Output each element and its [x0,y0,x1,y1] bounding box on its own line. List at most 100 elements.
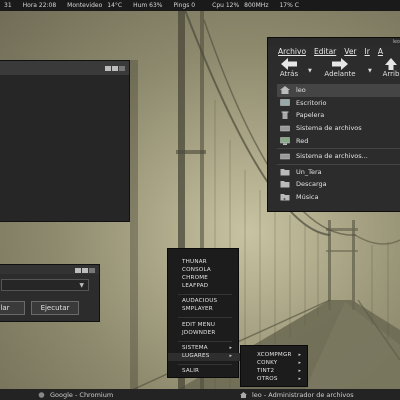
desktop-icon [280,99,290,106]
place-sistema-archivos[interactable]: Sistema de archivos [277,122,400,135]
window-content [0,75,129,221]
menu-item-smplayer[interactable]: SMPLAYER [182,306,213,312]
network-icon [280,136,290,145]
clock: Hora 22:08 [22,2,57,9]
submenu: XCOMPMGR ▸ CONKY ▸ TINT2 ▸ OTROS ▸ [240,345,308,387]
window-title: leo [392,39,400,45]
place-musica[interactable]: Música [277,191,400,204]
place-sistema-archivos-2[interactable]: Sistema de archivos... [277,150,400,163]
command-combobox[interactable]: ▼ [1,279,89,291]
menu-archivo[interactable]: Archivo [278,47,306,56]
menu-editar[interactable]: Editar [314,47,336,56]
menu-item-edit-menu[interactable]: EDIT MENU [182,322,215,328]
place-label: Red [296,136,309,145]
submenu-arrow-icon: ▸ [229,345,232,351]
menu-item-tint2[interactable]: TINT2 [257,368,274,374]
menu-item-conky[interactable]: CONKY [257,360,277,366]
back-history-dropdown-icon[interactable]: ▼ [308,68,312,74]
place-un-tera[interactable]: Un_Tera [277,166,400,179]
place-escritorio[interactable]: Escritorio [277,97,400,110]
minimize-button[interactable] [75,268,81,273]
top-status-bar: 31 Hora 22:08 Montevideo 14°C Hum 63% Pi… [0,0,400,11]
cpu-usage: Cpu 12% [212,2,240,9]
folder-icon [280,168,290,176]
run-dialog[interactable]: ▼ lar Ejecutar [0,264,100,322]
folder-icon [280,181,290,188]
empty-window[interactable] [0,60,130,222]
forward-button[interactable]: Adelante [320,58,360,78]
menu-separator [178,294,232,295]
back-label: Atrás [279,70,299,78]
forward-history-dropdown-icon[interactable]: ▼ [368,68,372,74]
menu-item-thunar[interactable]: THUNAR [182,259,207,265]
close-button[interactable] [89,268,95,273]
close-button[interactable] [119,66,125,71]
place-descarga[interactable]: Descarga [277,178,400,191]
task-chromium[interactable]: Google - Chromium [38,391,113,399]
up-button[interactable]: Arrib [379,58,400,78]
menu-item-sistema[interactable]: SISTEMA [182,345,208,351]
menu-item-jdownder[interactable]: JDOWNDER [182,330,215,336]
menu-separator [178,317,232,318]
home-icon [280,86,290,95]
place-label: Un_Tera [296,167,322,176]
cancel-button[interactable]: lar [0,301,25,315]
back-button[interactable]: Atrás [275,58,303,78]
minimize-button[interactable] [105,66,111,71]
run-button[interactable]: Ejecutar [31,301,79,315]
menu-item-xcompmgr[interactable]: XCOMPMGR [257,352,292,358]
arrow-right-icon [332,58,348,70]
openbox-menu: THUNAR CONSOLA CHROME LEAFPAD AUDACIOUS … [167,248,240,378]
place-label: leo [296,86,306,95]
task-file-manager[interactable]: leo - Administrador de archivos [240,391,354,399]
menu-ver[interactable]: Ver [344,47,356,56]
submenu-arrow-icon: ▸ [229,353,232,359]
music-folder-icon [280,194,290,201]
places-sidebar: leo Escritorio Papelera Sistema de archi… [277,84,400,203]
trash-icon [281,111,289,120]
forward-label: Adelante [324,70,356,78]
menu-item-chrome[interactable]: CHROME [182,275,208,281]
task-label: leo - Administrador de archivos [252,391,354,399]
chevron-down-icon[interactable]: ▼ [79,282,84,289]
submenu-arrow-icon: ▸ [298,368,301,374]
place-label: Papelera [296,111,325,120]
menu-ir[interactable]: Ir [365,47,370,56]
place-label: Sistema de archivos... [296,152,368,161]
extra-stat: 17% C [279,2,299,9]
menu-item-lugares[interactable]: LUGARES [182,353,209,359]
menu-ayuda[interactable]: A [378,47,383,56]
browser-icon [38,392,45,398]
date-day: 31 [4,2,12,9]
menu-item-consola[interactable]: CONSOLA [182,267,211,273]
submenu-arrow-icon: ▸ [298,352,301,358]
menu-item-otros[interactable]: OTROS [257,376,278,382]
place-label: Sistema de archivos [296,124,362,133]
window-titlebar[interactable] [0,61,129,75]
menu-separator [178,364,232,365]
place-papelera[interactable]: Papelera [277,109,400,122]
cpu-frequency: 800MHz [244,2,269,9]
maximize-button[interactable] [112,66,118,71]
dialog-titlebar[interactable] [0,265,99,274]
window-titlebar[interactable]: leo [268,38,400,46]
humidity: Hum 63% [133,2,163,9]
window-controls [75,268,95,273]
menu-item-salir[interactable]: SALIR [182,368,199,374]
menu-item-audacious[interactable]: AUDACIOUS [182,298,217,304]
task-label: Google - Chromium [50,391,114,399]
drive-icon [280,154,290,160]
separator [277,147,400,149]
menu-separator [178,341,232,342]
maximize-button[interactable] [82,268,88,273]
submenu-arrow-icon: ▸ [298,360,301,366]
home-icon [240,392,247,398]
arrow-up-icon [385,58,397,70]
place-red[interactable]: Red [277,134,400,147]
place-label: Descarga [296,180,327,189]
menu-item-leafpad[interactable]: LEAFPAD [182,283,208,289]
window-controls [105,66,125,71]
place-label: Escritorio [296,98,327,107]
file-manager-window[interactable]: leo Archivo Editar Ver Ir A Atrás ▼ Adel… [267,37,400,212]
place-leo[interactable]: leo [277,84,400,97]
